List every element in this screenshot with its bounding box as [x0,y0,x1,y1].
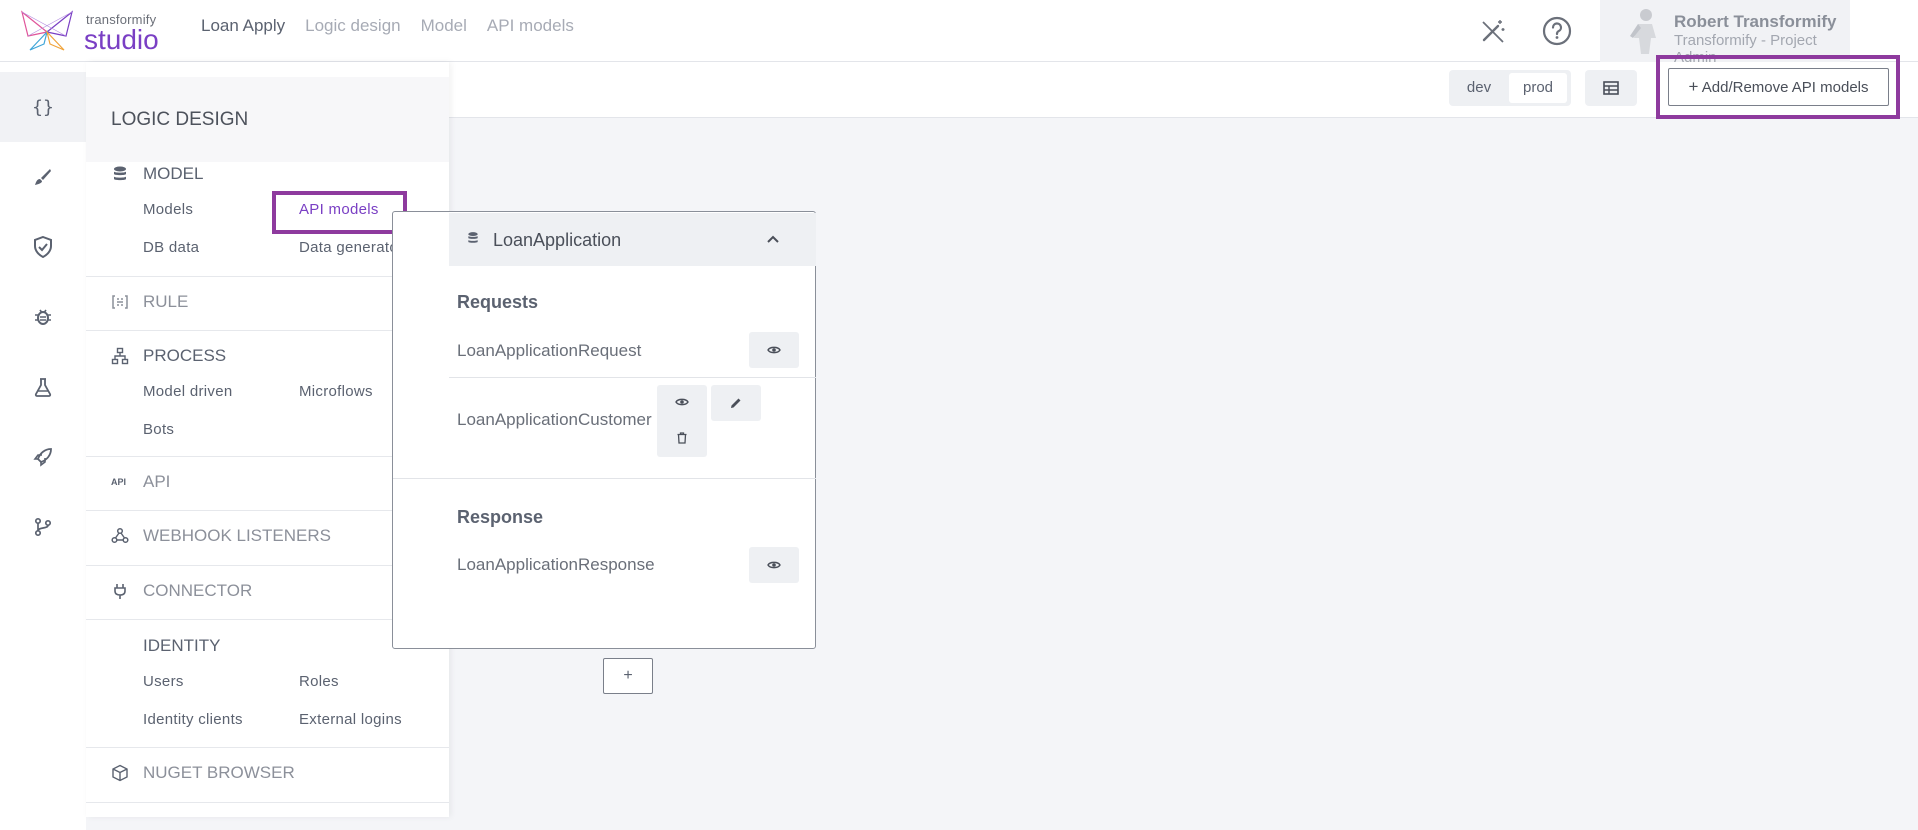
response-heading: Response [457,507,544,527]
database-icon [114,166,126,181]
section-model-label: MODEL [143,164,204,183]
link-bots[interactable]: Bots [143,421,174,438]
api-model-card: LoanApplication Requests LoanApplication… [392,211,816,649]
magic-wand-off-icon[interactable] [1478,16,1508,46]
section-nuget-browser[interactable]: NUGET BROWSER [111,763,295,783]
menu-header: LOGIC DESIGN [86,77,449,162]
top-nav: Loan Apply Logic design Model API models [201,16,574,36]
customer-actions [657,385,707,457]
section-api-label: API [143,472,171,491]
add-remove-label: Add/Remove API models [1701,79,1869,96]
section-process[interactable]: PROCESS [111,346,226,366]
section-rule[interactable]: RULE [111,292,188,312]
logo[interactable]: transformify studio [18,8,168,55]
divider [86,747,449,748]
divider [86,802,449,803]
chevron-up-icon[interactable] [766,234,780,244]
link-models[interactable]: Models [143,201,193,218]
bug-icon [35,309,51,325]
avatar [1630,9,1656,54]
section-connector-label: CONNECTOR [143,581,253,600]
webhook-icon [111,527,129,544]
butterfly-logo-icon [20,10,74,51]
menu-title: LOGIC DESIGN [111,109,249,130]
rail-logic-design[interactable]: {} [0,72,86,142]
plug-icon [114,584,126,599]
nav-logic-design[interactable]: Logic design [305,16,400,36]
eye-icon[interactable] [675,397,689,407]
delete-icon[interactable] [676,432,688,444]
rail-test[interactable] [0,352,86,422]
requests-heading: Requests [457,292,539,312]
flask-icon [34,378,52,397]
add-card-button[interactable]: + [603,658,653,694]
section-identity[interactable]: IDENTITY [143,636,220,656]
card-title: LoanApplication [493,230,622,250]
env-prod-button[interactable]: prod [1509,73,1567,103]
rocket-icon [33,448,52,467]
nav-api-models[interactable]: API models [487,16,574,36]
brush-icon [35,169,51,185]
pencil-icon [731,398,741,408]
section-identity-label: IDENTITY [143,636,221,655]
env-toggle: dev prod [1449,70,1571,106]
user-name: Robert Transformify [1674,12,1837,31]
rail-deploy[interactable] [0,422,86,492]
link-db-data[interactable]: DB data [143,239,199,256]
link-roles[interactable]: Roles [299,673,339,690]
section-nuget-label: NUGET BROWSER [143,763,295,782]
section-connector[interactable]: CONNECTOR [111,581,252,601]
link-model-driven[interactable]: Model driven [143,383,232,400]
top-bar: transformify studio Loan Apply Logic des… [0,0,1918,66]
eye-icon [767,346,781,354]
table-view-button[interactable] [1585,70,1637,106]
view-button[interactable] [749,547,799,583]
section-webhook-listeners[interactable]: WEBHOOK LISTENERS [111,526,331,546]
divider [449,377,816,378]
left-rail: {} [0,62,86,830]
request-item-name: LoanApplicationCustomer [457,410,652,429]
request-item-name: LoanApplicationRequest [457,341,642,360]
rule-brackets-icon [112,295,128,309]
shield-check-icon [34,236,52,258]
plus-icon: + [1688,77,1699,96]
rail-security[interactable] [0,212,86,282]
link-identity-clients[interactable]: Identity clients [143,711,243,728]
view-button[interactable] [749,332,799,368]
section-process-label: PROCESS [143,346,227,365]
sitemap-icon [111,347,129,365]
add-remove-api-models-button[interactable]: + Add/Remove API models [1668,68,1889,106]
eye-icon [767,561,781,569]
link-users[interactable]: Users [143,673,184,690]
table-icon [1603,81,1619,95]
link-external-logins[interactable]: External logins [299,711,402,728]
env-dev-button[interactable]: dev [1453,73,1505,103]
card-header[interactable]: LoanApplication [449,213,816,266]
code-braces-icon: {} [32,96,54,118]
git-branch-icon [34,517,52,537]
section-rule-label: RULE [143,292,189,311]
divider [393,478,816,479]
nav-model[interactable]: Model [421,16,467,36]
api-models-highlight [272,191,407,234]
response-item-name: LoanApplicationResponse [457,555,655,574]
database-icon [468,232,478,243]
help-icon[interactable] [1542,16,1572,46]
section-webhook-label: WEBHOOK LISTENERS [143,526,331,545]
brand-bottom: studio [84,24,159,55]
rail-debug[interactable] [0,282,86,352]
edit-button[interactable] [711,385,761,421]
section-api[interactable]: API API [111,472,170,492]
user-menu[interactable]: Robert Transformify Transformify - Proje… [1600,0,1850,66]
nav-loan-apply[interactable]: Loan Apply [201,16,285,36]
api-icon: API [111,477,127,487]
rail-source-control[interactable] [0,492,86,562]
package-icon [112,764,128,782]
link-microflows[interactable]: Microflows [299,383,373,400]
rail-design[interactable] [0,142,86,212]
section-model[interactable]: MODEL [111,164,203,184]
